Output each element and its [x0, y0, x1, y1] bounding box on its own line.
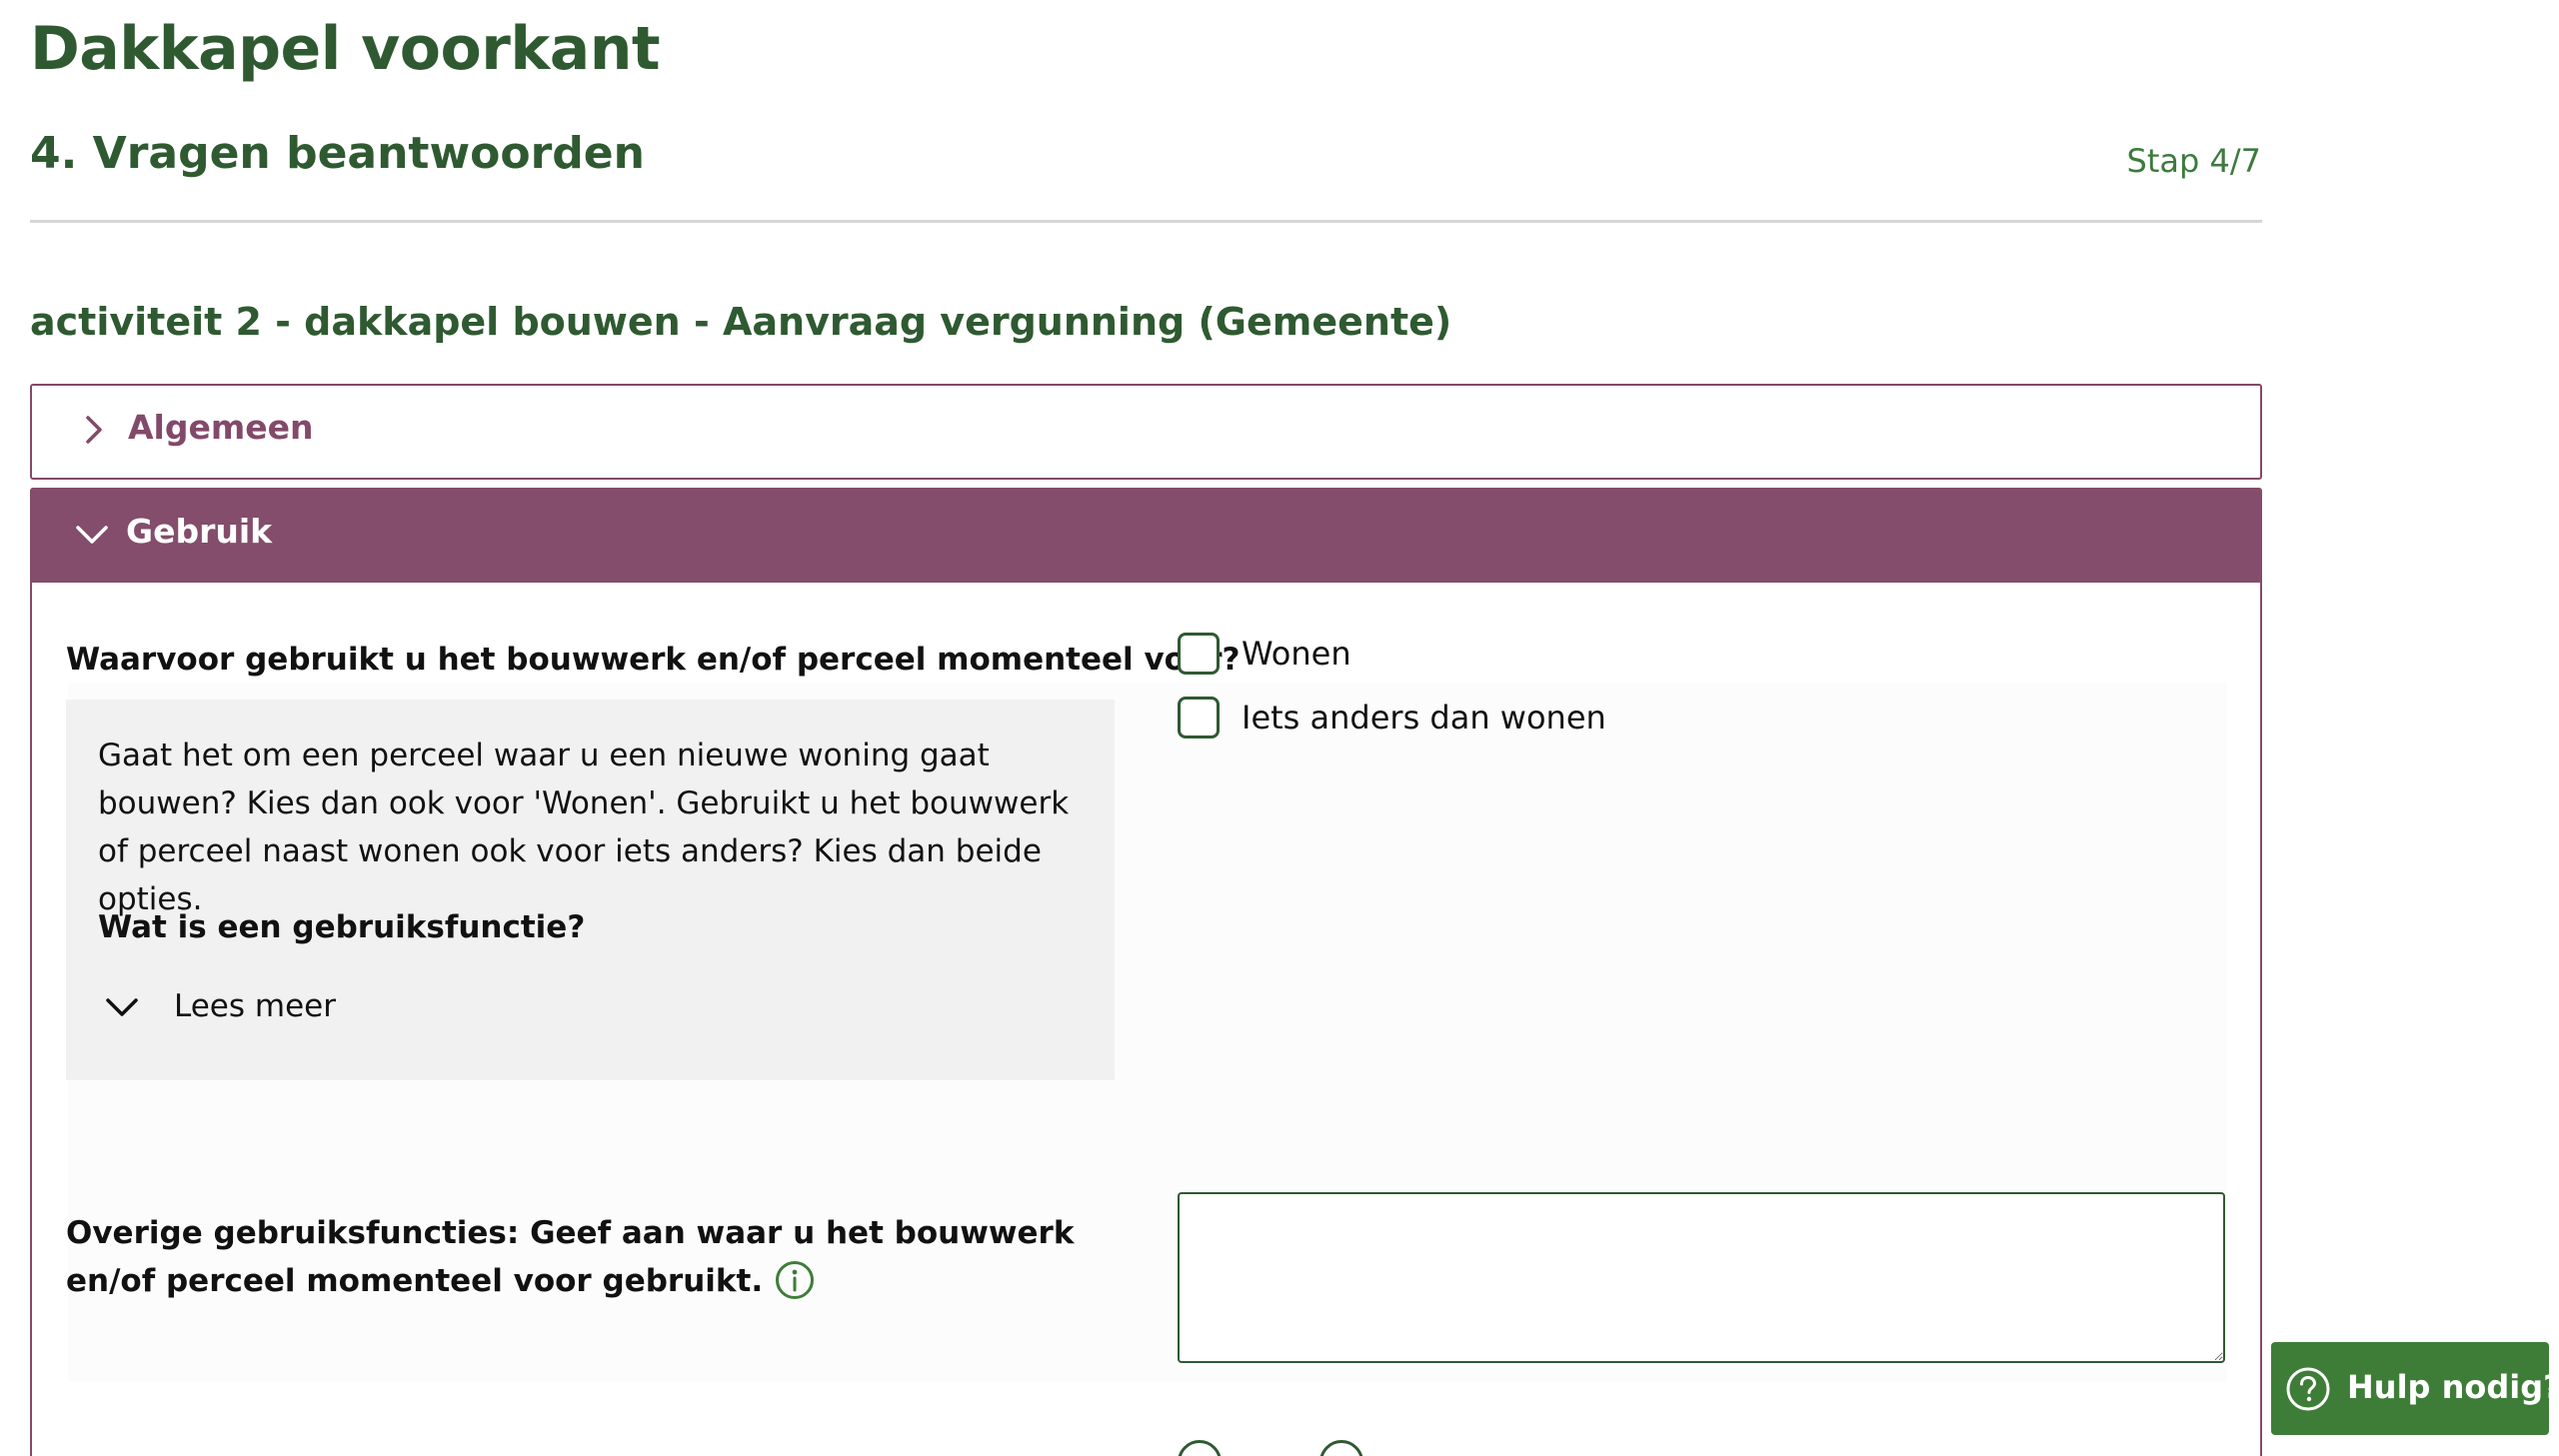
- question-usage-label: Waarvoor gebruikt u het bouwwerk en/of p…: [66, 642, 1241, 678]
- help-button-label: Hulp nodig?: [2347, 1368, 2559, 1406]
- checkbox-iets-anders[interactable]: [1178, 697, 1220, 738]
- question-circle-icon: [2286, 1367, 2330, 1411]
- checkbox-wonen[interactable]: [1178, 633, 1220, 675]
- step-indicator: Stap 4/7: [2126, 142, 2261, 180]
- accordion-algemeen-label: Algemeen: [128, 408, 314, 447]
- chevron-down-icon: [76, 526, 108, 544]
- header-divider: [30, 220, 2262, 223]
- question-other-usage-label: Overige gebruiksfuncties: Geef aan waar …: [66, 1215, 1075, 1299]
- question-help-box: Gaat het om een perceel waar u een nieuw…: [66, 700, 1115, 1080]
- chevron-right-icon: [86, 416, 102, 444]
- option-iets-anders-label: Iets anders dan wonen: [1242, 699, 1606, 736]
- info-icon[interactable]: [775, 1260, 815, 1300]
- chevron-down-icon: [106, 998, 138, 1016]
- accordion-algemeen[interactable]: Algemeen: [30, 384, 2262, 480]
- page-title: Dakkapel voorkant: [30, 14, 661, 84]
- accordion-gebruik[interactable]: Gebruik: [30, 488, 2262, 583]
- help-text: Gaat het om een perceel waar u een nieuw…: [98, 737, 1070, 917]
- question-other-usage: Overige gebruiksfuncties: Geef aan waar …: [66, 1209, 1126, 1305]
- help-button[interactable]: Hulp nodig?: [2271, 1342, 2559, 1435]
- other-usage-textarea[interactable]: [1178, 1192, 2225, 1363]
- option-wonen-label: Wonen: [1242, 635, 1351, 673]
- step-title: 4. Vragen beantwoorden: [30, 128, 645, 179]
- page: Dakkapel voorkant 4. Vragen beantwoorden…: [0, 0, 2559, 1456]
- section-title: activiteit 2 - dakkapel bouwen - Aanvraa…: [30, 300, 1452, 344]
- read-more-label: Lees meer: [174, 988, 336, 1024]
- accordion-gebruik-label: Gebruik: [126, 512, 273, 551]
- help-subtitle: Wat is een gebruiksfunctie?: [98, 909, 586, 945]
